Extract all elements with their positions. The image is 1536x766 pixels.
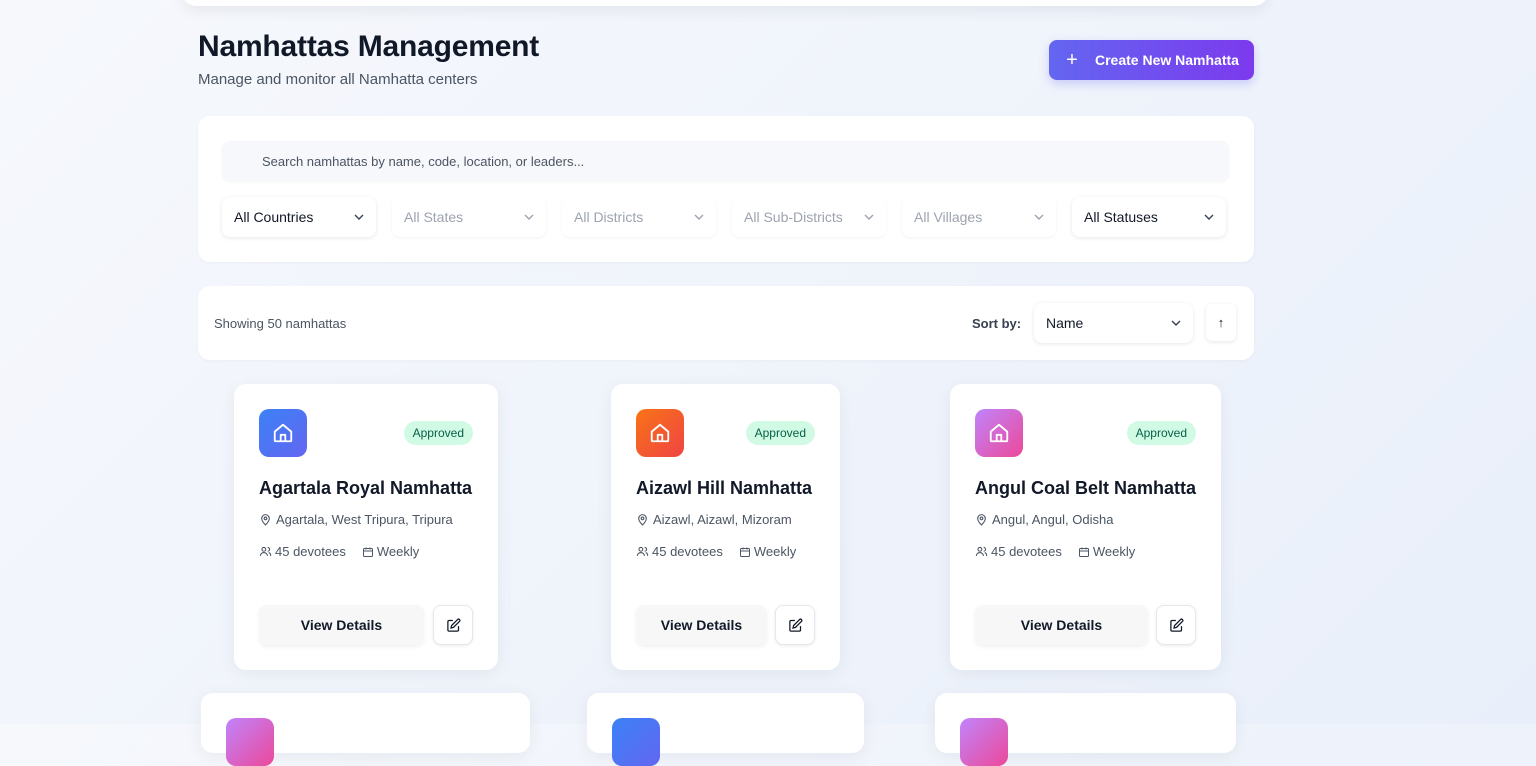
edit-button[interactable]	[433, 605, 473, 645]
create-namhatta-button[interactable]: + Create New Namhatta	[1049, 40, 1254, 80]
calendar-icon	[739, 547, 750, 557]
country-filter-select[interactable]: All Countries	[222, 197, 376, 237]
map-pin-icon	[638, 514, 647, 526]
devotee-count: 45 devotees	[275, 544, 346, 559]
view-details-button[interactable]: View Details	[259, 605, 424, 645]
location-text: Agartala, West Tripura, Tripura	[276, 512, 453, 527]
create-namhatta-label: Create New Namhatta	[1095, 52, 1239, 68]
country-filter-value: All Countries	[234, 209, 314, 225]
village-filter-select[interactable]: All Villages	[902, 197, 1056, 237]
card-meta: 45 devotees Weekly	[636, 544, 796, 559]
status-filter-select[interactable]: All Statuses	[1072, 197, 1226, 237]
sort-value: Name	[1046, 315, 1084, 331]
results-toolbar: Showing 50 namhattas Sort by: Name ↑	[198, 286, 1254, 360]
sub-district-filter-select[interactable]: All Sub-Districts	[732, 197, 886, 237]
namhatta-card-partial	[201, 693, 530, 766]
meeting-frequency: Weekly	[376, 544, 420, 559]
chevron-down-icon	[864, 214, 874, 220]
meeting-frequency: Weekly	[1092, 544, 1136, 559]
location-text: Aizawl, Aizawl, Mizoram	[653, 512, 792, 527]
card-meta: 45 devotees Weekly	[975, 544, 1135, 559]
namhatta-card: Approved Aizawl Hill Namhatta Aizawl, Ai…	[611, 384, 840, 670]
edit-icon	[446, 618, 460, 632]
location-text: Angul, Angul, Odisha	[992, 512, 1114, 527]
sort-label: Sort by:	[972, 316, 1022, 331]
chevron-down-icon	[354, 214, 364, 220]
status-badge: Approved	[745, 421, 815, 445]
card-title: Angul Coal Belt Namhatta	[975, 478, 1197, 498]
chevron-down-icon	[1034, 214, 1044, 220]
chevron-down-icon	[1204, 214, 1214, 220]
sub-district-filter-value: All Sub-Districts	[744, 209, 843, 225]
results-count: Showing 50 namhattas	[214, 316, 347, 331]
chevron-down-icon	[694, 214, 704, 220]
card-meta: 45 devotees Weekly	[259, 544, 419, 559]
search-input[interactable]	[222, 141, 1229, 181]
state-filter-value: All States	[404, 209, 464, 225]
status-badge: Approved	[403, 421, 473, 445]
chevron-down-icon	[1171, 320, 1181, 326]
top-navigation-bar	[182, 0, 1268, 6]
chevron-down-icon	[524, 214, 534, 220]
map-pin-icon	[977, 514, 986, 526]
view-details-button[interactable]: View Details	[975, 605, 1148, 645]
page-title: Namhattas Management	[198, 30, 540, 63]
district-filter-select[interactable]: All Districts	[562, 197, 716, 237]
view-details-button[interactable]: View Details	[636, 605, 767, 645]
calendar-icon	[1078, 547, 1089, 557]
village-filter-value: All Villages	[914, 209, 983, 225]
namhatta-card-partial	[935, 693, 1236, 766]
home-icon	[636, 409, 684, 457]
card-title: Aizawl Hill Namhatta	[636, 478, 813, 498]
home-icon	[960, 718, 1008, 766]
devotee-count: 45 devotees	[652, 544, 723, 559]
edit-icon	[788, 618, 802, 632]
calendar-icon	[362, 547, 373, 557]
filter-row: All Countries All States All Districts A…	[222, 197, 1226, 237]
edit-button[interactable]	[1156, 605, 1196, 645]
card-location: Agartala, West Tripura, Tripura	[259, 512, 453, 527]
meeting-frequency: Weekly	[753, 544, 797, 559]
status-badge: Approved	[1126, 421, 1196, 445]
state-filter-select[interactable]: All States	[392, 197, 546, 237]
home-icon	[226, 718, 274, 766]
namhatta-card: Approved Angul Coal Belt Namhatta Angul,…	[950, 384, 1221, 670]
card-location: Aizawl, Aizawl, Mizoram	[636, 512, 792, 527]
page-subtitle: Manage and monitor all Namhatta centers	[198, 71, 478, 88]
filter-panel: All Countries All States All Districts A…	[198, 116, 1254, 262]
home-icon	[975, 409, 1023, 457]
namhatta-card-partial	[587, 693, 864, 766]
status-filter-value: All Statuses	[1084, 209, 1158, 225]
plus-icon: +	[1066, 49, 1078, 71]
sort-select[interactable]: Name	[1034, 303, 1193, 343]
users-icon	[636, 546, 649, 556]
map-pin-icon	[261, 514, 270, 526]
devotee-count: 45 devotees	[991, 544, 1062, 559]
sort-direction-button[interactable]: ↑	[1206, 304, 1236, 341]
users-icon	[259, 546, 272, 556]
home-icon	[612, 718, 660, 766]
card-title: Agartala Royal Namhatta	[259, 478, 473, 498]
edit-button[interactable]	[775, 605, 815, 645]
namhatta-card: Approved Agartala Royal Namhatta Agartal…	[234, 384, 498, 670]
card-location: Angul, Angul, Odisha	[975, 512, 1113, 527]
home-icon	[259, 409, 307, 457]
district-filter-value: All Districts	[574, 209, 644, 225]
edit-icon	[1169, 618, 1183, 632]
users-icon	[975, 546, 988, 556]
